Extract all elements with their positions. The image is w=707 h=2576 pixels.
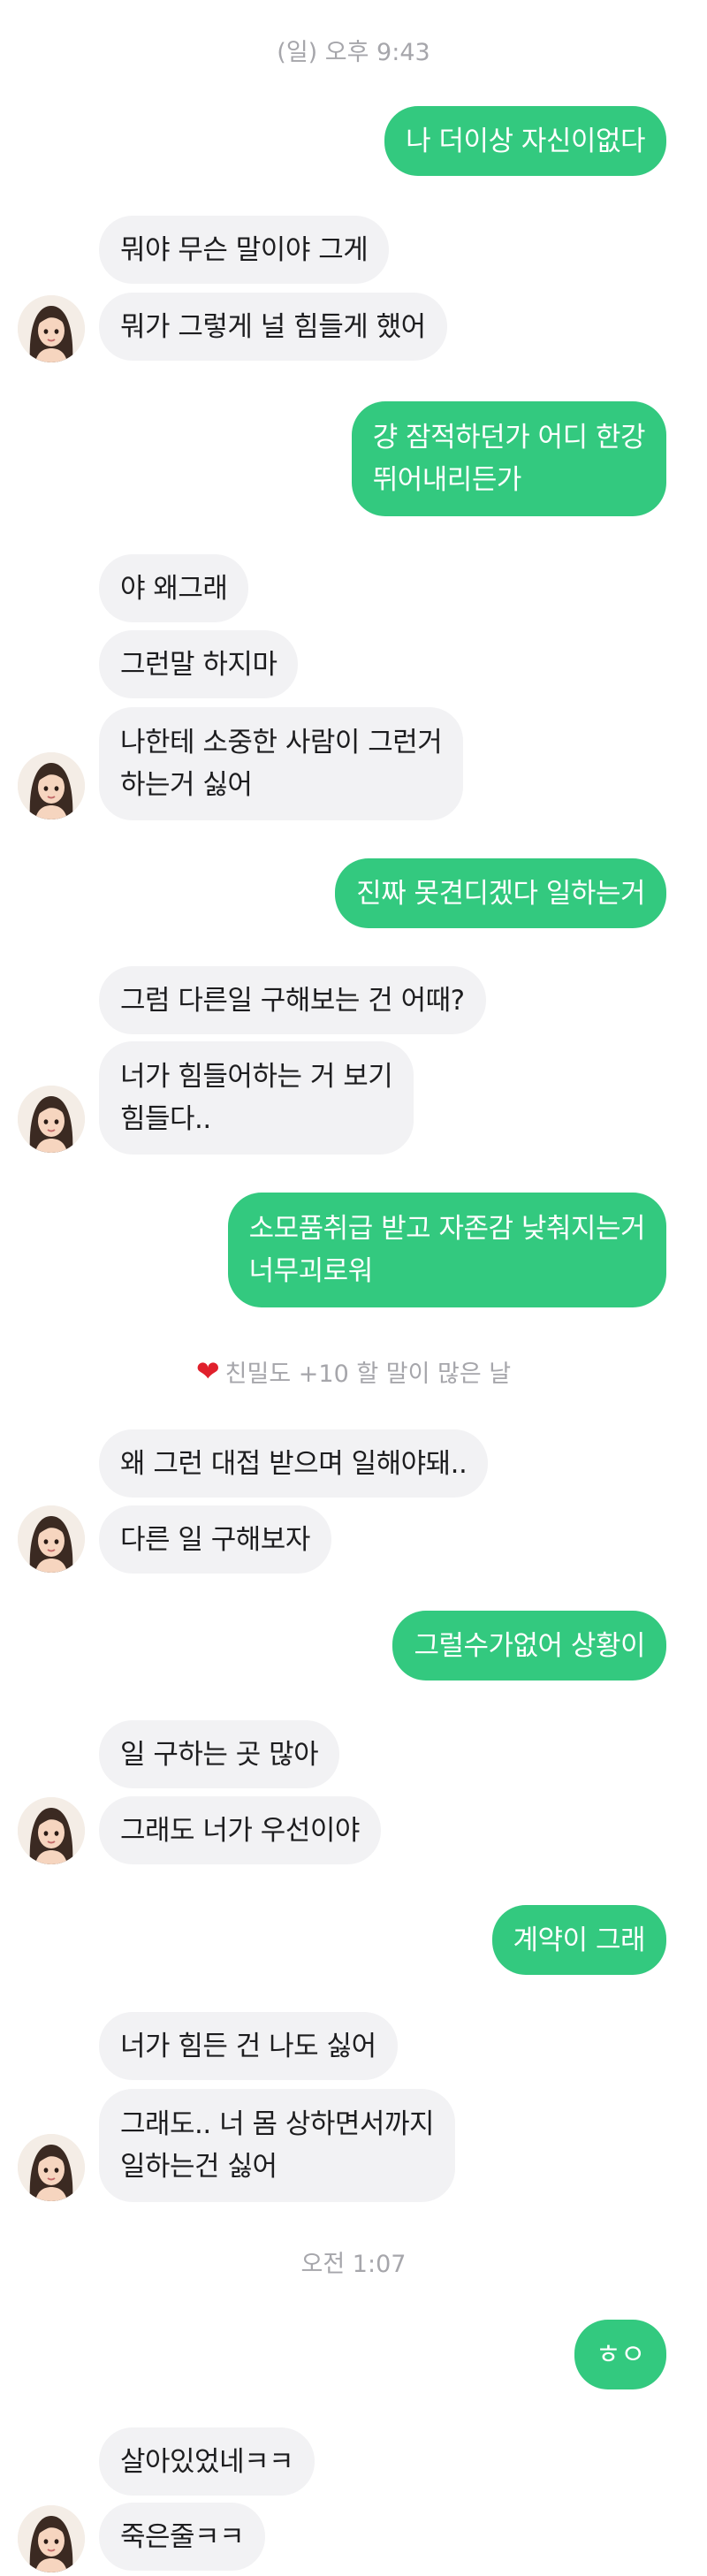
message-text: 너가 힘든 건 나도 싫어 [120, 2030, 376, 2062]
message-text: 그럴수가없어 상황이 [414, 1629, 645, 1662]
received-message-bubble[interactable]: 죽은줄ㅋㅋ [99, 2503, 266, 2571]
timestamp: (일) 오후 9:43 [277, 39, 430, 66]
avatar[interactable] [18, 2134, 85, 2201]
sent-message-bubble[interactable]: 나 더이상 자신이없다 [384, 106, 666, 176]
message-text: 그래도 너가 우선이야 [120, 1814, 360, 1847]
received-message-bubble[interactable]: 그럼 다른일 구해보는 건 어때? [99, 966, 486, 1034]
avatar[interactable] [18, 295, 85, 362]
message-text: 그래도.. 너 몸 상하면서까지 [120, 2108, 435, 2140]
avatar[interactable] [18, 2505, 85, 2572]
message-text: 뭐가 그렇게 널 힘들게 했어 [120, 310, 426, 343]
intimacy-text: 친밀도 +10 할 말이 많은 날 [224, 1360, 512, 1388]
received-message-bubble[interactable]: 뭐야 무슨 말이야 그게 [99, 216, 390, 284]
message-text: 일하는건 싫어 [120, 2151, 277, 2183]
message-text: 계약이 그래 [513, 1924, 646, 1956]
message-text: 죽은줄ㅋㅋ [120, 2520, 245, 2553]
received-message-bubble[interactable]: 다른 일 구해보자 [99, 1505, 331, 1574]
message-text: 나 더이상 자신이없다 [406, 125, 645, 157]
girl-avatar-icon [18, 2505, 85, 2572]
timestamp: 오전 1:07 [300, 2251, 407, 2278]
message-text: 다른 일 구해보자 [120, 1523, 310, 1556]
message-text: 뭐야 무슨 말이야 그게 [120, 233, 369, 266]
received-message-bubble[interactable]: 야 왜그래 [99, 554, 249, 622]
received-message-bubble[interactable]: 너가 힘든 건 나도 싫어 [99, 2012, 398, 2080]
sent-message-bubble[interactable]: 계약이 그래 [491, 1905, 666, 1975]
girl-avatar-icon [18, 1797, 85, 1864]
received-message-bubble[interactable]: 그런말 하지마 [99, 630, 299, 698]
message-text: ㅎㅇ [595, 2338, 646, 2371]
avatar[interactable] [18, 1505, 85, 1573]
received-message-bubble[interactable]: 일 구하는 곳 많아 [99, 1720, 340, 1788]
sent-message-bubble[interactable]: 걍 잠적하던가 어디 한강 뛰어내리든가 [351, 401, 666, 516]
chat-thread[interactable]: (일) 오후 9:43 나 더이상 자신이없다 뭐야 무슨 말이야 그게 뭐가 … [0, 0, 707, 2576]
received-message-bubble[interactable]: 살아있었네ㅋㅋ [99, 2427, 315, 2496]
message-text: 소모품취급 받고 자존감 낮춰지는거 [248, 1213, 646, 1245]
intimacy-banner: ❤ 친밀도 +10 할 말이 많은 날 [0, 1353, 707, 1389]
message-text: 그럼 다른일 구해보는 건 어때? [120, 984, 465, 1017]
message-text: 너가 힘들어하는 거 보기 [120, 1061, 393, 1093]
avatar[interactable] [18, 1797, 85, 1864]
message-text: 나한테 소중한 사람이 그런거 [120, 727, 443, 758]
received-message-bubble[interactable]: 너가 힘들어하는 거 보기 힘들다.. [99, 1041, 414, 1155]
message-text: 힘들다.. [120, 1103, 211, 1135]
received-message-bubble[interactable]: 뭐가 그렇게 널 힘들게 했어 [99, 293, 447, 361]
sent-message-bubble[interactable]: ㅎㅇ [574, 2320, 666, 2389]
girl-avatar-icon [18, 1086, 85, 1153]
message-text: 야 왜그래 [120, 572, 228, 605]
message-text: 너무괴로워 [248, 1255, 374, 1287]
received-message-bubble[interactable]: 왜 그런 대접 받으며 일해야돼.. [99, 1429, 489, 1498]
sent-message-bubble[interactable]: 소모품취급 받고 자존감 낮춰지는거 너무괴로워 [227, 1193, 666, 1307]
message-text: 걍 잠적하던가 어디 한강 [372, 422, 646, 453]
message-text: 뛰어내리든가 [372, 464, 522, 496]
heart-icon: ❤ [195, 1354, 220, 1388]
received-message-bubble[interactable]: 나한테 소중한 사람이 그런거 하는거 싫어 [99, 707, 464, 820]
received-message-bubble[interactable]: 그래도.. 너 몸 상하면서까지 일하는건 싫어 [99, 2089, 455, 2202]
girl-avatar-icon [18, 295, 85, 362]
girl-avatar-icon [18, 752, 85, 819]
message-text: 하는거 싫어 [120, 769, 253, 801]
girl-avatar-icon [18, 2134, 85, 2201]
message-text: 그런말 하지마 [120, 648, 277, 681]
sent-message-bubble[interactable]: 그럴수가없어 상황이 [392, 1611, 666, 1680]
message-text: 살아있었네ㅋㅋ [120, 2445, 294, 2478]
message-text: 일 구하는 곳 많아 [120, 1738, 319, 1771]
message-text: 진짜 못견디겠다 일하는거 [356, 877, 645, 910]
avatar[interactable] [18, 1086, 85, 1153]
received-message-bubble[interactable]: 그래도 너가 우선이야 [99, 1796, 381, 1864]
avatar[interactable] [18, 752, 85, 819]
message-text: 왜 그런 대접 받으며 일해야돼.. [120, 1447, 468, 1480]
girl-avatar-icon [18, 1505, 85, 1573]
sent-message-bubble[interactable]: 진짜 못견디겠다 일하는거 [335, 858, 666, 928]
